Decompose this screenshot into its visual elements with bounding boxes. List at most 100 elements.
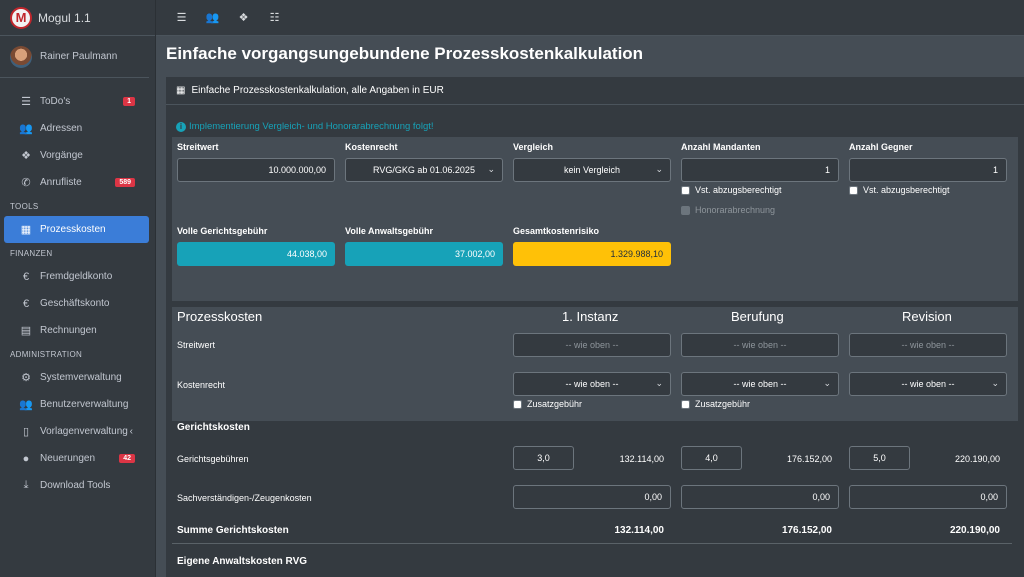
- gegner-label: Anzahl Gegner: [849, 142, 913, 152]
- mandanten-vst-checkbox[interactable]: Vst. abzugsberechtigt: [681, 185, 782, 195]
- select-value: -- wie oben --: [901, 379, 955, 389]
- instanz-zusatz-checkbox[interactable]: Zusatzgebühr: [513, 399, 582, 409]
- sidebar-item-rechnungen[interactable]: ▤ Rechnungen: [4, 317, 149, 344]
- berufung-gebuehr-value: 176.152,00: [786, 454, 832, 464]
- brand[interactable]: M Mogul 1.1: [0, 0, 155, 36]
- bars-icon[interactable]: ☰: [166, 11, 197, 24]
- sidebar-item-benutzerverwaltung[interactable]: 👥 Benutzerverwaltung: [4, 391, 149, 418]
- instanz-kostenrecht-select[interactable]: -- wie oben -- ⌄: [513, 372, 671, 396]
- sidebar-item-adressen[interactable]: 👥 Adressen: [4, 115, 149, 142]
- anwaltsgebuehr-label: Volle Anwaltsgebühr: [345, 226, 434, 236]
- sidebar-item-fremdgeldkonto[interactable]: € Fremdgeldkonto: [4, 263, 149, 290]
- sidebar: M Mogul 1.1 Rainer Paulmann ☰ ToDo's 1 👥…: [0, 0, 156, 577]
- berufung-streitwert-input[interactable]: -- wie oben --: [681, 333, 839, 357]
- info-notice: i Implementierung Vergleich- und Honorara…: [176, 121, 434, 132]
- anrufliste-badge: 589: [115, 178, 135, 187]
- mandanten-input[interactable]: 1: [681, 158, 839, 182]
- card-header: ▦ Einfache Prozesskostenkalkulation, all…: [166, 77, 1024, 105]
- revision-kostenrecht-select[interactable]: -- wie oben -- ⌄: [849, 372, 1007, 396]
- instanz-gebuehr-value: 132.114,00: [619, 454, 664, 464]
- gerichtsgebuehren-label: Gerichtsgebühren: [177, 454, 249, 464]
- sidebar-item-label: Benutzerverwaltung: [40, 399, 129, 410]
- kostenrecht-value: RVG/GKG ab 01.06.2025: [373, 165, 475, 175]
- berufung-factor-input[interactable]: 4,0: [681, 446, 742, 470]
- file-alt-icon: ▯: [22, 426, 30, 438]
- gegner-input[interactable]: 1: [849, 158, 1007, 182]
- file-icon: ▤: [20, 325, 32, 337]
- sidebar-item-anrufliste[interactable]: ✆ Anrufliste 589: [4, 169, 149, 196]
- users-icon[interactable]: 👥: [197, 11, 228, 24]
- berufung-sachverst-input[interactable]: 0,00: [681, 485, 839, 509]
- chevron-down-icon: ⌄: [823, 378, 831, 388]
- checkbox-box: [681, 185, 690, 195]
- column-berufung: Berufung: [731, 309, 784, 324]
- cubes-icon: ❖: [21, 150, 31, 162]
- table-kostenrecht-label: Kostenrecht: [177, 380, 226, 390]
- revision-streitwert-input[interactable]: -- wie oben --: [849, 333, 1007, 357]
- top-navbar: ☰ 👥 ❖ ☷: [156, 0, 1024, 36]
- prozesskosten-title: Prozesskosten: [177, 309, 263, 324]
- sidebar-item-todos[interactable]: ☰ ToDo's 1: [4, 88, 149, 115]
- select-value: -- wie oben --: [733, 379, 787, 389]
- sidebar-item-systemverwaltung[interactable]: ⚙ Systemverwaltung: [4, 364, 149, 391]
- revision-gebuehr-value: 220.190,00: [954, 454, 1000, 464]
- sidebar-item-label: Prozesskosten: [40, 224, 106, 235]
- nav-header-tools: TOOLS: [10, 201, 39, 211]
- gesamt-value: 1.329.988,10: [513, 242, 671, 266]
- berufung-kostenrecht-select[interactable]: -- wie oben -- ⌄: [681, 372, 839, 396]
- chevron-down-icon: ⌄: [487, 164, 495, 174]
- kostenrecht-label: Kostenrecht: [345, 142, 398, 152]
- revision-summe-value: 220.190,00: [949, 525, 1000, 536]
- sidebar-nav: ☰ ToDo's 1 👥 Adressen ❖ Vorgänge ✆ Anruf…: [0, 78, 155, 499]
- euro-icon: €: [22, 297, 30, 310]
- sidebar-item-label: Systemverwaltung: [40, 372, 122, 383]
- sidebar-item-geschaeftskonto[interactable]: € Geschäftskonto: [4, 290, 149, 317]
- instanz-sachverst-input[interactable]: 0,00: [513, 485, 671, 509]
- user-panel[interactable]: Rainer Paulmann: [0, 36, 149, 78]
- sachverst-label: Sachverständigen-/Zeugenkosten: [177, 493, 312, 503]
- chevron-down-icon: ⌄: [991, 378, 999, 388]
- page-title: Einfache vorgangsungebundene Prozesskost…: [166, 44, 644, 63]
- sidebar-item-vorlagenverwaltung[interactable]: ▯ Vorlagenverwaltung ‹: [4, 418, 149, 445]
- calculator-icon: ▦: [176, 85, 186, 96]
- vst-label: Vst. abzugsberechtigt: [695, 185, 782, 195]
- streitwert-input[interactable]: 10.000.000,00: [177, 158, 335, 182]
- euro-icon: €: [22, 270, 30, 283]
- vst-label: Vst. abzugsberechtigt: [863, 185, 950, 195]
- column-revision: Revision: [902, 309, 952, 324]
- info-text: Implementierung Vergleich- und Honorarab…: [189, 121, 434, 132]
- kostenrecht-select[interactable]: RVG/GKG ab 01.06.2025 ⌄: [345, 158, 503, 182]
- users-cog-icon: 👥: [19, 399, 33, 411]
- sidebar-item-download-tools[interactable]: ⤓ Download Tools: [4, 472, 149, 499]
- sidebar-item-label: Neuerungen: [40, 453, 96, 464]
- honorar-checkbox: Honorarabrechnung: [681, 205, 775, 215]
- gegner-vst-checkbox[interactable]: Vst. abzugsberechtigt: [849, 185, 950, 195]
- mandanten-label: Anzahl Mandanten: [681, 142, 761, 152]
- sidebar-item-prozesskosten[interactable]: ▦ Prozesskosten: [4, 216, 149, 243]
- divider: [172, 543, 1012, 544]
- cubes-icon[interactable]: ❖: [228, 11, 259, 24]
- calculator-icon: ▦: [20, 224, 32, 236]
- gesamt-label: Gesamtkostenrisiko: [513, 226, 600, 236]
- revision-factor-input[interactable]: 5,0: [849, 446, 910, 470]
- sidebar-item-vorgaenge[interactable]: ❖ Vorgänge: [4, 142, 149, 169]
- card-title: Einfache Prozesskostenkalkulation, alle …: [191, 85, 444, 96]
- vergleich-label: Vergleich: [513, 142, 554, 152]
- chevron-down-icon: ⌄: [655, 378, 663, 388]
- gerichtskosten-title: Gerichtskosten: [177, 422, 250, 433]
- instanz-factor-input[interactable]: 3,0: [513, 446, 574, 470]
- revision-sachverst-input[interactable]: 0,00: [849, 485, 1007, 509]
- sidebar-item-neuerungen[interactable]: ● Neuerungen 42: [4, 445, 149, 472]
- instanz-streitwert-input[interactable]: -- wie oben --: [513, 333, 671, 357]
- summe-label: Summe Gerichtskosten: [177, 525, 289, 536]
- sidebar-item-label: Rechnungen: [40, 325, 97, 336]
- zusatz-label: Zusatzgebühr: [695, 399, 751, 409]
- download-icon: ⤓: [23, 479, 29, 491]
- checkbox-box: [681, 205, 690, 215]
- berufung-zusatz-checkbox[interactable]: Zusatzgebühr: [681, 399, 750, 409]
- sidebar-item-label: Anrufliste: [40, 177, 82, 188]
- list-ol-icon[interactable]: ☷: [259, 11, 290, 24]
- app-logo: M: [10, 6, 32, 29]
- chevron-left-icon: ‹: [129, 426, 133, 437]
- vergleich-select[interactable]: kein Vergleich ⌄: [513, 158, 671, 182]
